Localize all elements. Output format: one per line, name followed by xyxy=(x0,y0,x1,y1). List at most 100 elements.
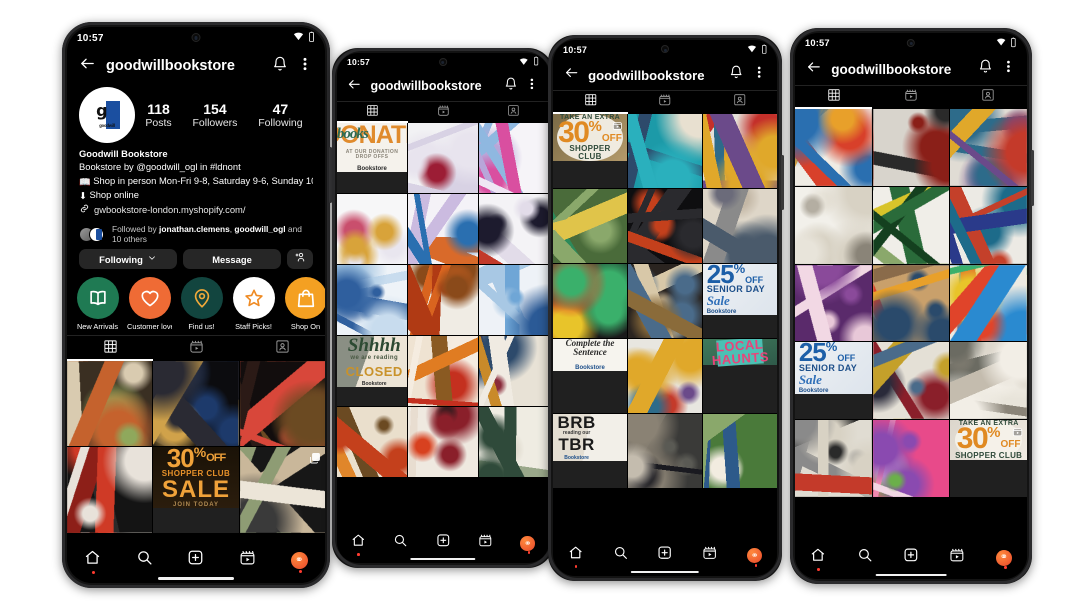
grid-post[interactable] xyxy=(337,265,407,336)
bell-icon[interactable] xyxy=(978,59,993,79)
grid-post[interactable]: DONATEbooksAT OUR DONATION DROP OFFS Book… xyxy=(337,123,407,194)
highlight-staff-picks[interactable]: Staff Picks! xyxy=(231,277,276,331)
back-arrow-icon[interactable] xyxy=(347,77,362,97)
highlight-shop-on[interactable]: Shop On xyxy=(283,277,325,331)
grid-post[interactable] xyxy=(872,186,950,264)
grid-post[interactable] xyxy=(795,109,872,186)
grid-post[interactable] xyxy=(408,407,478,478)
post-grid[interactable]: 25% OFF SENIOR DAY Sale Bookstore TAKE AN EXT… xyxy=(795,109,1027,542)
grid-post[interactable] xyxy=(628,338,702,413)
tab-tagged[interactable] xyxy=(702,91,777,113)
more-options-icon[interactable] xyxy=(1001,59,1016,79)
grid-post[interactable] xyxy=(950,186,1027,264)
grid-post[interactable] xyxy=(479,265,549,336)
grid-post[interactable] xyxy=(479,123,549,194)
grid-post[interactable] xyxy=(239,447,325,533)
nav-create[interactable] xyxy=(903,547,919,568)
nav-search[interactable] xyxy=(613,545,628,565)
more-options-icon[interactable] xyxy=(297,56,313,77)
nav-home[interactable] xyxy=(351,533,366,556)
grid-post[interactable] xyxy=(153,361,239,447)
back-arrow-icon[interactable] xyxy=(806,59,822,80)
nav-profile[interactable]: ⚭ xyxy=(520,535,536,554)
nav-profile[interactable]: ⚭ xyxy=(995,549,1012,570)
nav-reels[interactable] xyxy=(478,533,493,553)
grid-post[interactable] xyxy=(239,361,325,447)
grid-post[interactable] xyxy=(553,263,627,338)
nav-reels[interactable] xyxy=(239,549,256,571)
grid-post[interactable] xyxy=(337,407,407,478)
grid-post[interactable] xyxy=(950,264,1027,342)
grid-post[interactable] xyxy=(628,188,702,263)
followed-by[interactable]: Followed by jonathan.clemens, goodwill_o… xyxy=(67,219,325,248)
grid-post[interactable]: BRB reading our TBR Bookstore xyxy=(553,413,627,488)
grid-post[interactable] xyxy=(703,113,777,188)
bell-icon[interactable] xyxy=(504,77,518,96)
grid-post[interactable] xyxy=(479,407,549,478)
stat-followers[interactable]: 154 Followers xyxy=(192,101,237,129)
nav-create[interactable] xyxy=(436,533,451,553)
grid-post[interactable] xyxy=(872,419,950,497)
tab-grid[interactable] xyxy=(337,102,408,123)
message-button[interactable]: Message xyxy=(183,249,281,270)
tab-reels[interactable] xyxy=(872,86,949,109)
grid-post[interactable] xyxy=(703,413,777,488)
grid-post[interactable] xyxy=(950,109,1027,186)
grid-post[interactable]: LOCAL HAUNTS xyxy=(703,338,777,413)
grid-post[interactable] xyxy=(337,194,407,265)
stat-posts[interactable]: 118 Posts xyxy=(145,101,171,129)
nav-search[interactable] xyxy=(393,533,408,553)
bell-icon[interactable] xyxy=(272,56,288,77)
more-options-icon[interactable] xyxy=(525,77,539,96)
nav-reels[interactable] xyxy=(702,545,717,565)
grid-post[interactable] xyxy=(408,123,478,194)
grid-post[interactable] xyxy=(628,113,702,188)
grid-post[interactable]: 25% OFF SENIOR DAY Sale Bookstore xyxy=(703,263,777,338)
nav-home[interactable] xyxy=(568,545,583,569)
post-grid[interactable]: TAKE AN EXTRA 30% OFF SHOPPER CLUB 25% OFF SEN… xyxy=(553,113,777,540)
more-options-icon[interactable] xyxy=(752,65,766,84)
tab-grid[interactable] xyxy=(67,336,153,361)
tab-tagged[interactable] xyxy=(950,86,1027,109)
grid-post[interactable] xyxy=(872,264,950,342)
grid-post[interactable] xyxy=(703,188,777,263)
grid-post[interactable] xyxy=(553,188,627,263)
profile-link[interactable]: gwbookstore-london.myshopify.com/ xyxy=(79,203,313,217)
grid-post[interactable] xyxy=(408,265,478,336)
grid-post[interactable] xyxy=(628,263,702,338)
grid-post[interactable] xyxy=(479,336,549,407)
grid-post[interactable] xyxy=(408,194,478,265)
nav-profile[interactable]: ⚭ xyxy=(746,547,763,567)
highlight-customer-love[interactable]: Customer love! xyxy=(127,277,172,331)
grid-post[interactable]: Shhhh we are reading CLOSED Bookstore xyxy=(337,336,407,407)
highlight-find-us[interactable]: Find us! xyxy=(179,277,224,331)
grid-post[interactable] xyxy=(795,419,872,497)
tab-tagged[interactable] xyxy=(239,336,325,361)
tab-tagged[interactable] xyxy=(478,102,549,123)
tab-grid[interactable] xyxy=(553,91,628,113)
tab-reels[interactable] xyxy=(408,102,479,123)
back-arrow-icon[interactable] xyxy=(79,55,96,77)
nav-home[interactable] xyxy=(810,547,826,571)
avatar[interactable]: g goodwill xyxy=(79,87,135,143)
stat-following[interactable]: 47 Following xyxy=(258,101,302,129)
post-grid[interactable]: DONATEbooksAT OUR DONATION DROP OFFS Book… xyxy=(337,123,549,529)
tab-reels[interactable] xyxy=(628,91,703,113)
grid-post[interactable] xyxy=(795,264,872,342)
grid-post[interactable] xyxy=(795,186,872,264)
grid-post[interactable] xyxy=(628,413,702,488)
back-arrow-icon[interactable] xyxy=(564,65,579,85)
grid-post[interactable] xyxy=(67,361,153,447)
nav-home[interactable] xyxy=(84,549,101,574)
grid-post[interactable]: Complete the Sentence Bookstore xyxy=(553,338,627,413)
tab-grid[interactable] xyxy=(795,86,872,109)
grid-post[interactable] xyxy=(872,109,950,186)
grid-post[interactable]: 25% OFF SENIOR DAY Sale Bookstore xyxy=(795,342,872,419)
grid-post[interactable]: TAKE AN EXTRA 30% OFF SHOPPER CLUB xyxy=(950,419,1027,497)
grid-post[interactable] xyxy=(872,342,950,419)
following-button[interactable]: Following xyxy=(79,249,177,270)
nav-reels[interactable] xyxy=(949,547,965,568)
grid-post[interactable]: 30% OFF SHOPPER CLUB SALE JOIN TODAY xyxy=(153,447,239,533)
nav-create[interactable] xyxy=(187,549,204,571)
grid-post[interactable] xyxy=(950,342,1027,419)
